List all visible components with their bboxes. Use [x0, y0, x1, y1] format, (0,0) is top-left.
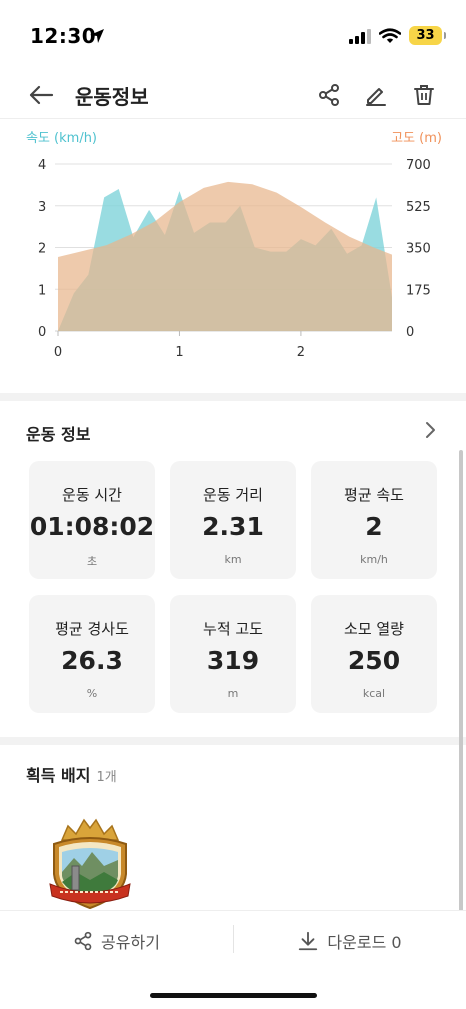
delete-button[interactable] — [409, 80, 439, 110]
stat-card-avg-speed: 평균 속도 2 km/h — [311, 461, 437, 579]
badge-section-label: 획득 배지 — [26, 766, 91, 785]
bottom-action-bar: 공유하기 다운로드 0 — [0, 910, 466, 970]
speed-altitude-chart: 속도 (km/h) 고도 (m) 4 3 2 1 0 700 525 350 175 0 0 1 2 — [0, 118, 466, 393]
section-divider — [0, 393, 466, 401]
y-right-tick-label: 175 — [406, 283, 431, 298]
y-left-tick-label: 4 — [38, 158, 46, 173]
y-right-tick-label: 525 — [406, 200, 431, 215]
share-icon — [319, 84, 339, 106]
stat-value: 319 — [206, 646, 260, 675]
wifi-icon — [379, 27, 401, 43]
edit-button[interactable] — [361, 80, 391, 110]
trash-icon — [414, 85, 434, 105]
chart-plot: 4321070052535017500 1 2 — [38, 158, 431, 360]
y-left-tick-label: 0 — [38, 325, 46, 340]
stat-card-calories: 소모 열량 250 kcal — [311, 595, 437, 713]
y-right-tick-label: 0 — [406, 325, 414, 340]
section-divider — [0, 737, 466, 745]
stat-label: 소모 열량 — [344, 620, 404, 638]
stat-label: 운동 거리 — [203, 486, 263, 504]
stat-label: 평균 경사도 — [55, 620, 129, 638]
x-tick-label: 2 — [297, 345, 305, 360]
home-indicator — [150, 993, 317, 998]
pencil-icon — [366, 88, 386, 106]
scrollbar[interactable] — [459, 450, 463, 912]
stat-value: 01:08:02 — [29, 512, 155, 541]
stat-value: 26.3 — [61, 646, 123, 675]
page-title: 운동정보 — [75, 85, 149, 109]
share-action-label: 공유하기 — [101, 933, 160, 952]
back-arrow-icon — [29, 85, 54, 105]
stat-unit: m — [227, 687, 239, 700]
x-tick-label: 0 — [54, 345, 62, 360]
stat-unit: km — [224, 553, 242, 566]
stat-card-duration: 운동 시간 01:08:02 초 — [29, 461, 155, 579]
status-time: 12:30 — [30, 24, 97, 48]
share-icon — [74, 931, 92, 951]
y-left-tick-label: 3 — [38, 200, 46, 215]
mountain-badge-icon[interactable] — [46, 814, 134, 910]
stat-unit: km/h — [360, 553, 388, 566]
stat-value: 2 — [365, 512, 383, 541]
y-left-tick-label: 2 — [38, 242, 46, 257]
badge-count: 1개 — [96, 770, 117, 785]
x-tick-label: 1 — [175, 345, 183, 360]
share-button[interactable] — [314, 80, 344, 110]
stat-unit: 초 — [86, 555, 98, 568]
badge-section-title: 획득 배지 1개 — [26, 762, 117, 786]
chevron-right-icon[interactable] — [422, 421, 438, 439]
download-action-button[interactable]: 다운로드 0 — [233, 911, 466, 971]
y-left-tick-label: 1 — [38, 283, 46, 298]
stat-label: 누적 고도 — [203, 620, 263, 638]
back-button[interactable] — [26, 80, 56, 110]
workout-section-title: 운동 정보 — [26, 425, 91, 444]
stat-label: 운동 시간 — [62, 486, 122, 504]
signal-icon — [349, 28, 371, 44]
location-arrow-icon — [90, 29, 104, 43]
battery-indicator: 33 — [409, 26, 446, 45]
y-right-tick-label: 350 — [406, 242, 431, 257]
app-header: 운동정보 — [0, 72, 466, 118]
stat-card-avg-slope: 평균 경사도 26.3 % — [29, 595, 155, 713]
download-action-label: 다운로드 0 — [327, 933, 402, 952]
stat-value: 2.31 — [202, 512, 264, 541]
status-bar: 12:30 33 — [0, 0, 466, 72]
stat-label: 평균 속도 — [344, 486, 404, 504]
share-action-button[interactable]: 공유하기 — [0, 911, 233, 971]
download-icon — [299, 931, 318, 951]
y-right-tick-label: 700 — [406, 158, 431, 173]
stat-value: 250 — [347, 646, 401, 675]
stat-unit: kcal — [362, 687, 386, 700]
stat-unit: % — [86, 687, 98, 700]
stat-card-elevation-gain: 누적 고도 319 m — [170, 595, 296, 713]
stat-card-distance: 운동 거리 2.31 km — [170, 461, 296, 579]
